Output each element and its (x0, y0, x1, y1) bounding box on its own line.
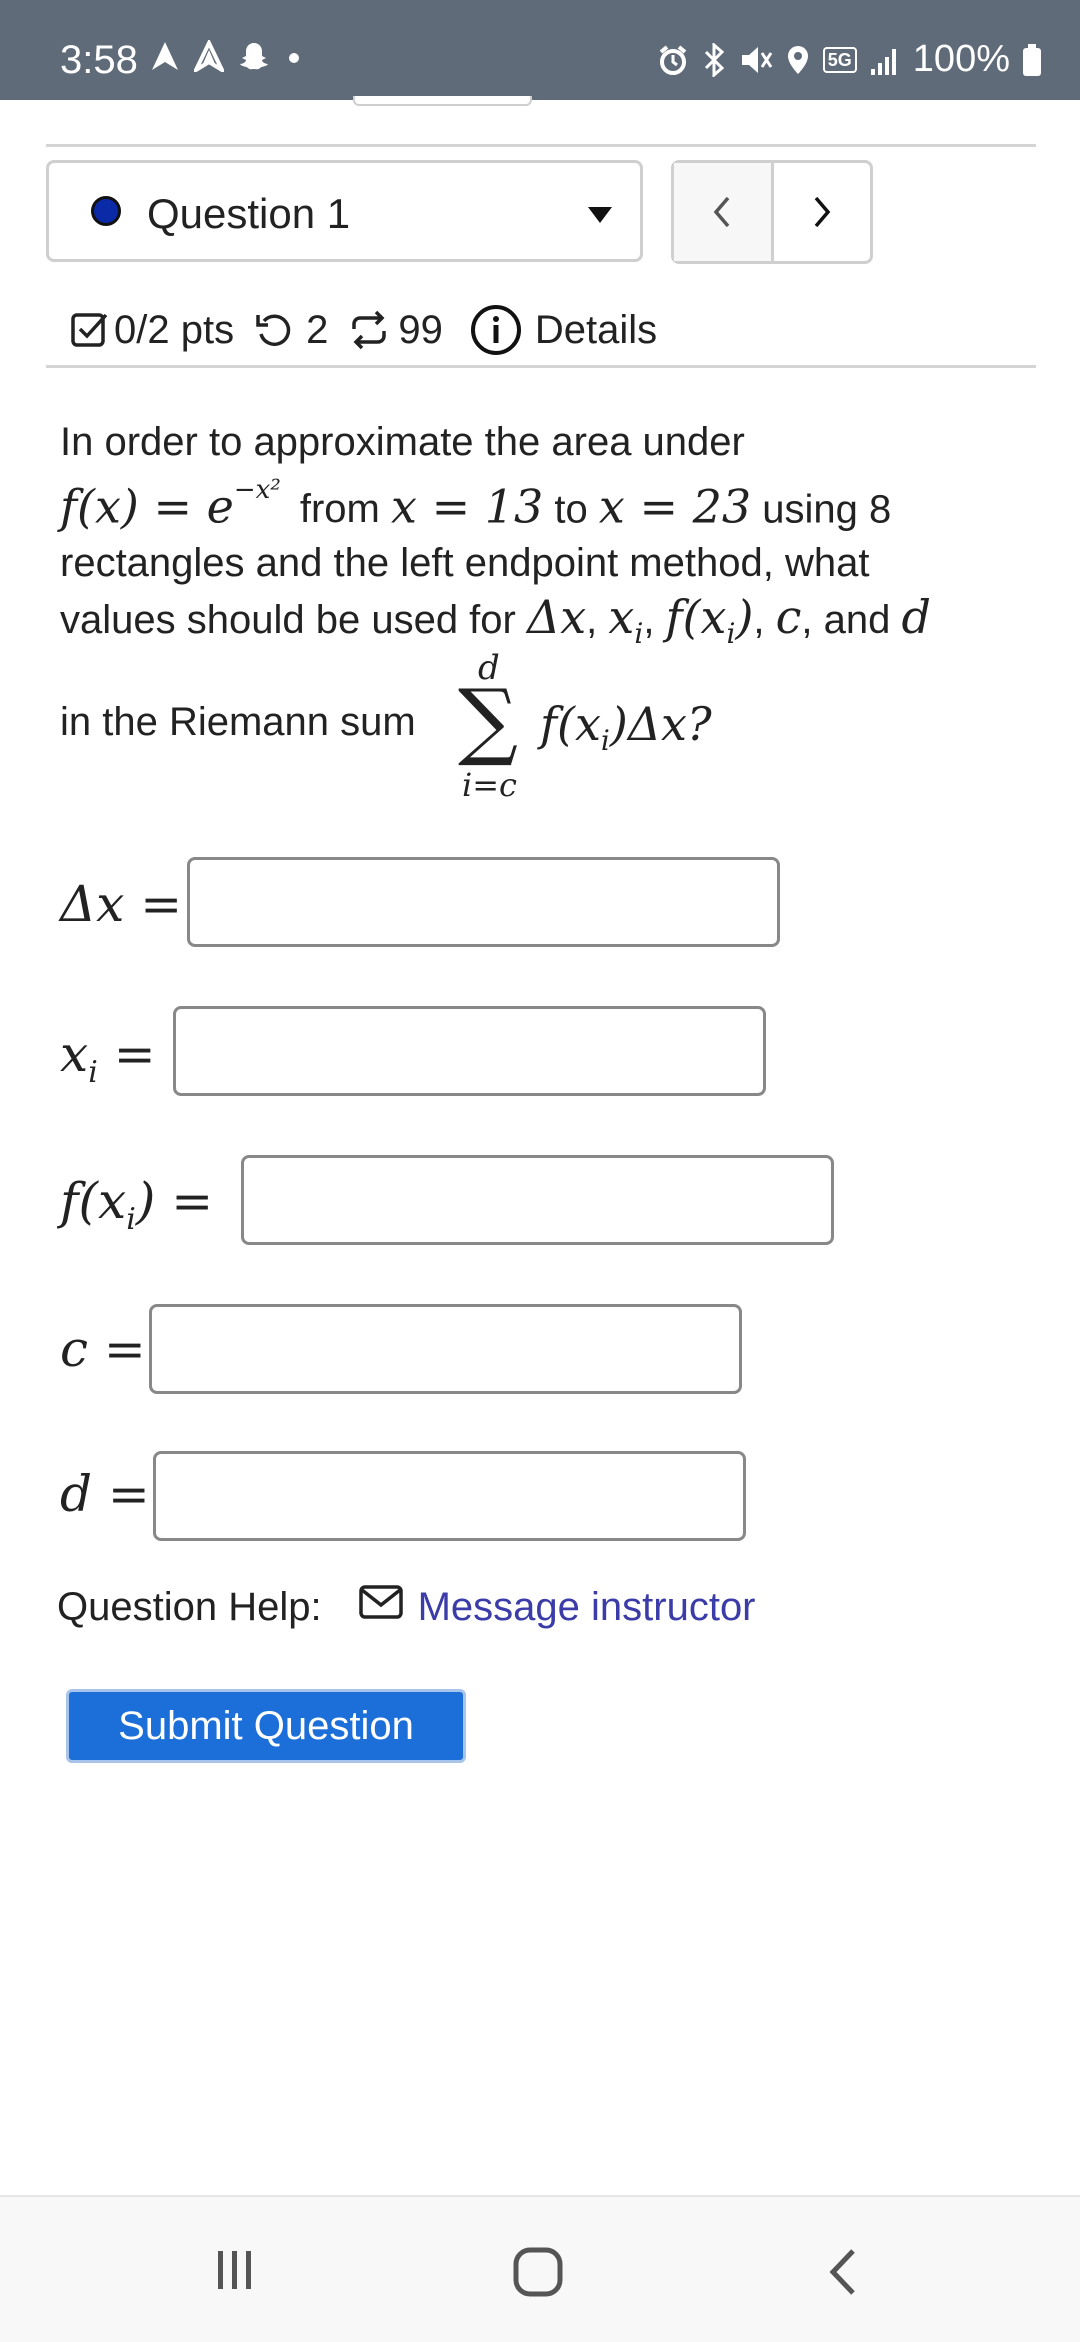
sum-expression: f(xi)Δx? (540, 697, 712, 758)
to-word: to (554, 487, 588, 532)
d-symbol: d (901, 590, 931, 645)
previous-question-button[interactable] (674, 163, 774, 261)
back-button[interactable] (825, 2247, 861, 2302)
checkbox-icon (70, 310, 110, 350)
divider-meta (46, 365, 1036, 368)
riemann-sum-intro: in the Riemann sum (60, 700, 416, 745)
navigation-outline-icon (191, 38, 227, 77)
bluetooth-icon (701, 42, 727, 77)
alarm-icon (657, 44, 689, 76)
fxi-symbol: f(xi) (665, 590, 754, 651)
caret-down-icon (588, 207, 612, 223)
sum-lower-limit: i=c (462, 766, 517, 804)
dx-input[interactable] (187, 857, 780, 947)
dx-label: Δx = (60, 875, 183, 933)
chevron-right-icon (811, 194, 833, 230)
envelope-icon (358, 1582, 404, 1632)
submit-question-button[interactable]: Submit Question (66, 1689, 466, 1763)
top-tab-stub (353, 96, 532, 106)
battery-label: 100% (912, 38, 1010, 80)
home-button[interactable] (513, 2247, 563, 2302)
question-status-dot (91, 196, 121, 226)
sigma-symbol: ∑ (458, 671, 518, 769)
mute-icon (739, 44, 773, 76)
question-line-2: f(x) = e−x² from x = 13 to x = 23 using … (60, 473, 1040, 536)
fx-expression: f(x) = e (60, 479, 234, 534)
next-question-button[interactable] (774, 163, 871, 261)
riemann-sum-label: in the Riemann sum (60, 700, 416, 744)
status-left-icons (150, 38, 304, 77)
fxi-label: f(xi) = (60, 1172, 214, 1237)
question-select[interactable]: Question 1 (46, 160, 643, 262)
android-nav-bar (0, 2195, 1080, 2342)
x-eq-23: x = 23 (598, 479, 752, 534)
location-icon (785, 44, 811, 76)
status-time: 3:58 (60, 38, 138, 82)
c-symbol: c (775, 590, 802, 645)
question-help: Question Help: Message instructor (57, 1582, 756, 1632)
divider-top (46, 144, 1036, 147)
question-line-3: rectangles and the left endpoint method,… (60, 541, 870, 586)
c-label: c = (60, 1320, 146, 1378)
status-right: 5G 100% (657, 38, 1042, 81)
points-text: 0/2 pts (114, 307, 235, 352)
line4-pre: values should be used for (60, 598, 516, 643)
fx-exponent: −x² (233, 475, 281, 505)
from-word: from (299, 487, 380, 532)
signal-icon (869, 45, 901, 75)
recent-apps-button[interactable] (212, 2247, 258, 2298)
and-word: , and (801, 598, 891, 643)
message-instructor-link[interactable]: Message instructor (418, 1585, 756, 1630)
chevron-left-icon (711, 194, 733, 230)
info-icon (469, 303, 523, 357)
details-button[interactable]: Details (469, 303, 657, 357)
retries-count: 2 (306, 307, 329, 352)
battery-icon (1022, 43, 1042, 77)
d-label: d = (60, 1465, 150, 1523)
points-item: 0/2 pts (70, 308, 234, 353)
details-label: Details (534, 307, 658, 352)
d-input[interactable] (153, 1451, 746, 1541)
dx-symbol: Δx (526, 590, 587, 645)
question-select-label: Question 1 (147, 190, 351, 237)
status-bar: 3:58 5G 100% (0, 0, 1080, 100)
snapchat-icon (238, 40, 270, 77)
5g-icon: 5G (822, 46, 857, 73)
question-line-1: In order to approximate the area under (60, 420, 745, 464)
question-line-4: values should be used for Δx, xi, f(xi),… (60, 590, 931, 651)
question-help-label: Question Help: (57, 1584, 322, 1629)
xi-input[interactable] (173, 1006, 766, 1096)
retry-icon (254, 309, 296, 351)
c-input[interactable] (149, 1304, 742, 1394)
x-eq-13: x = 13 (391, 479, 544, 534)
question-nav (671, 160, 873, 264)
attempts-item: 99 (348, 308, 443, 353)
attempts-count: 99 (398, 307, 443, 352)
dot-icon (284, 46, 304, 71)
navigation-icon (150, 40, 180, 77)
sigma-notation: d ∑ i=c (458, 648, 528, 804)
question-text: In order to approximate the area under f… (60, 415, 1040, 662)
xi-symbol: xi (608, 590, 644, 651)
xi-label: xi = (60, 1025, 156, 1090)
using-text: using 8 (762, 487, 892, 532)
question-meta: 0/2 pts 2 99 Details (70, 300, 657, 360)
fxi-input[interactable] (241, 1155, 834, 1245)
retries-item: 2 (254, 308, 328, 353)
repeat-icon (348, 309, 390, 351)
